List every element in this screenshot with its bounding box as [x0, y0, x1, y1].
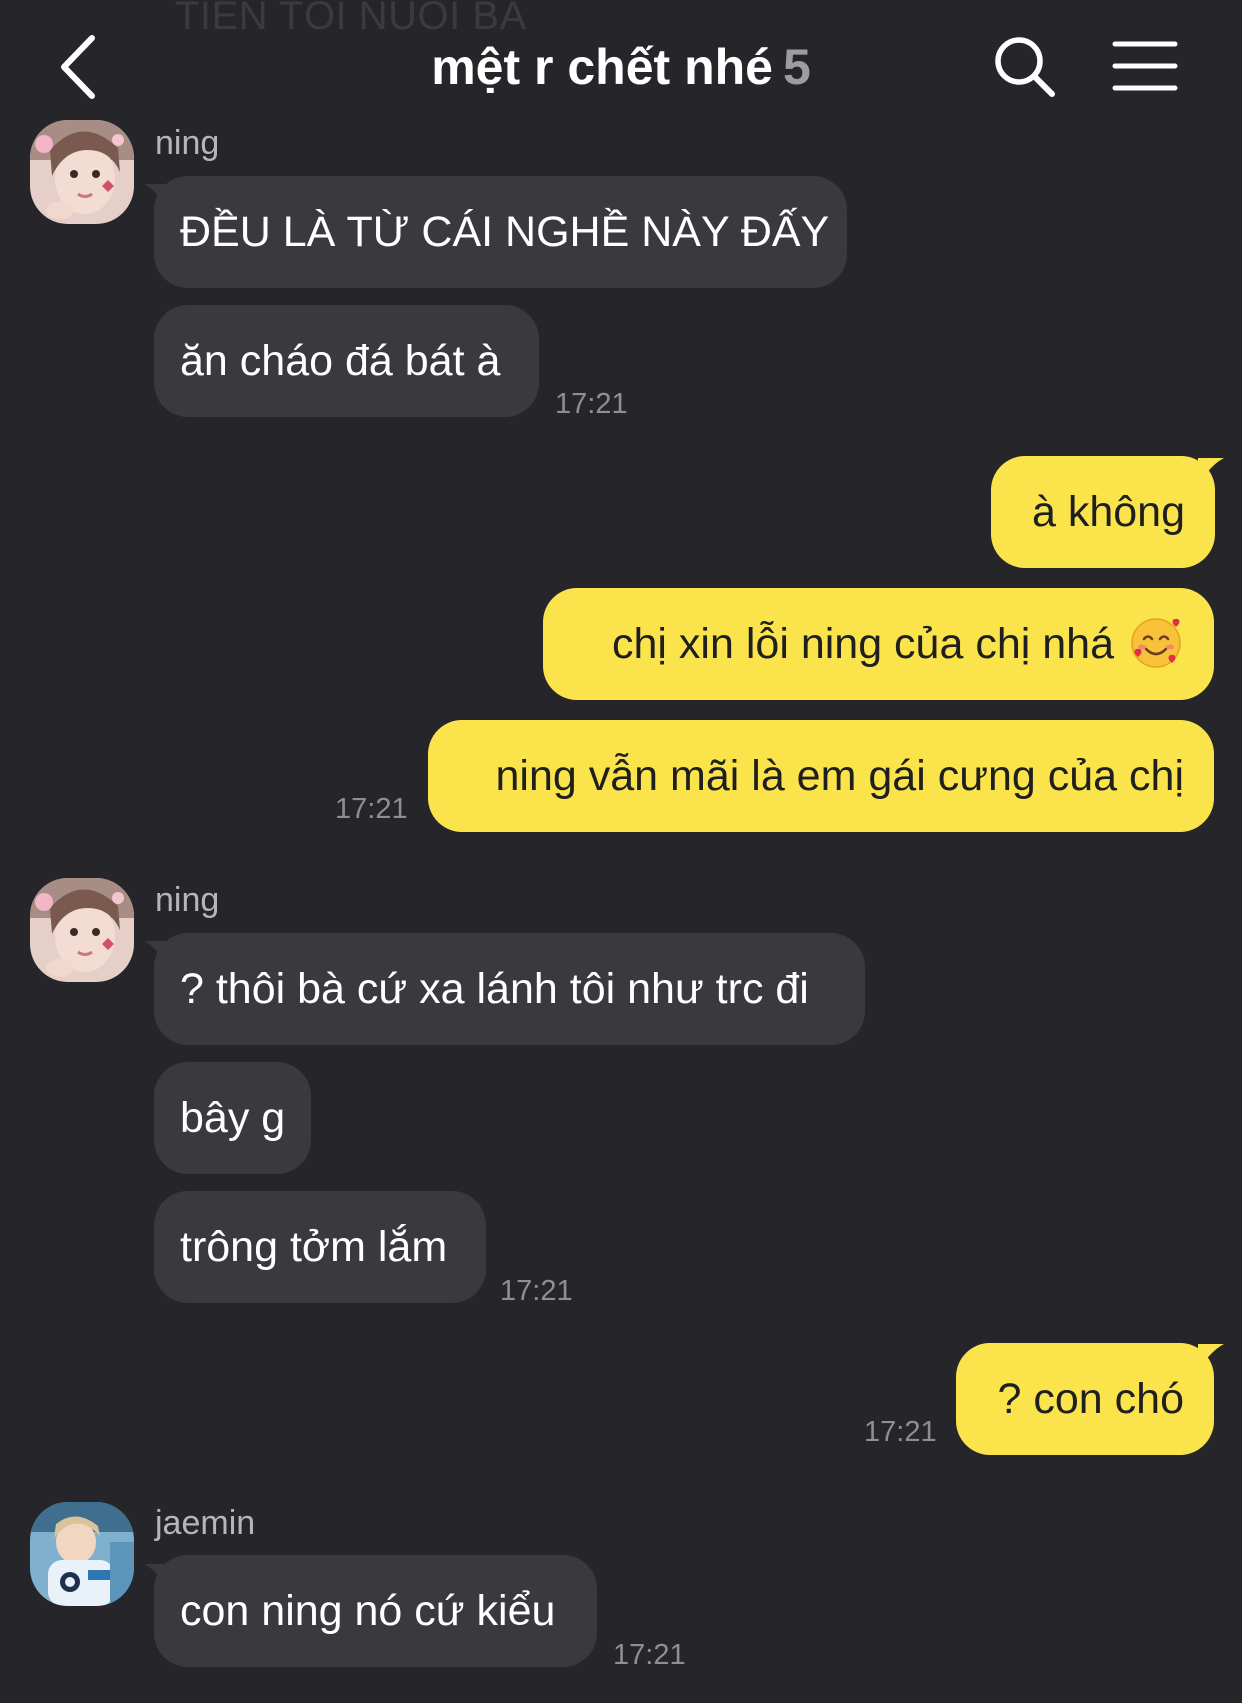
message-bubble[interactable]: chị xin lỗi ning của chị nhá [543, 588, 1214, 700]
message-bubble[interactable]: ăn cháo đá bát à [154, 305, 539, 417]
search-icon [990, 32, 1060, 102]
message-timestamp: 17:21 [864, 1416, 937, 1448]
chat-header: mệt r chết nhé 5 [0, 0, 1242, 130]
message-bubble[interactable]: ning vẫn mãi là em gái cưng của chị [428, 720, 1214, 832]
message-bubble[interactable]: à không [991, 456, 1215, 568]
chat-title: mệt r chết nhé [431, 39, 773, 95]
menu-button[interactable] [1112, 36, 1178, 96]
avatar-ning[interactable] [30, 878, 134, 982]
search-button[interactable] [990, 32, 1060, 102]
message-text: chị xin lỗi ning của chị nhá [612, 620, 1114, 668]
sender-name: jaemin [155, 1504, 256, 1542]
member-count: 5 [782, 39, 811, 95]
message-bubble[interactable]: ĐỀU LÀ TỪ CÁI NGHỀ NÀY ĐẤY [154, 176, 847, 288]
avatar-ning[interactable] [30, 120, 134, 224]
avatar-jaemin[interactable] [30, 1502, 134, 1606]
message-timestamp: 17:21 [500, 1275, 573, 1307]
message-timestamp: 17:21 [335, 793, 408, 825]
sender-name: ning [155, 124, 220, 162]
message-timestamp: 17:21 [555, 388, 628, 420]
sender-name: ning [155, 881, 220, 919]
smiling-face-with-hearts-icon [1128, 615, 1184, 671]
hamburger-menu-icon [1112, 36, 1178, 96]
message-timestamp: 17:21 [613, 1639, 686, 1671]
message-bubble[interactable]: trông tởm lắm [154, 1191, 486, 1303]
message-bubble[interactable]: bây g [154, 1062, 311, 1174]
message-bubble[interactable]: ? con chó [956, 1343, 1214, 1455]
message-bubble[interactable]: ? thôi bà cứ xa lánh tôi như trc đi [154, 933, 865, 1045]
message-bubble[interactable]: con ning nó cứ kiểu [154, 1555, 597, 1667]
